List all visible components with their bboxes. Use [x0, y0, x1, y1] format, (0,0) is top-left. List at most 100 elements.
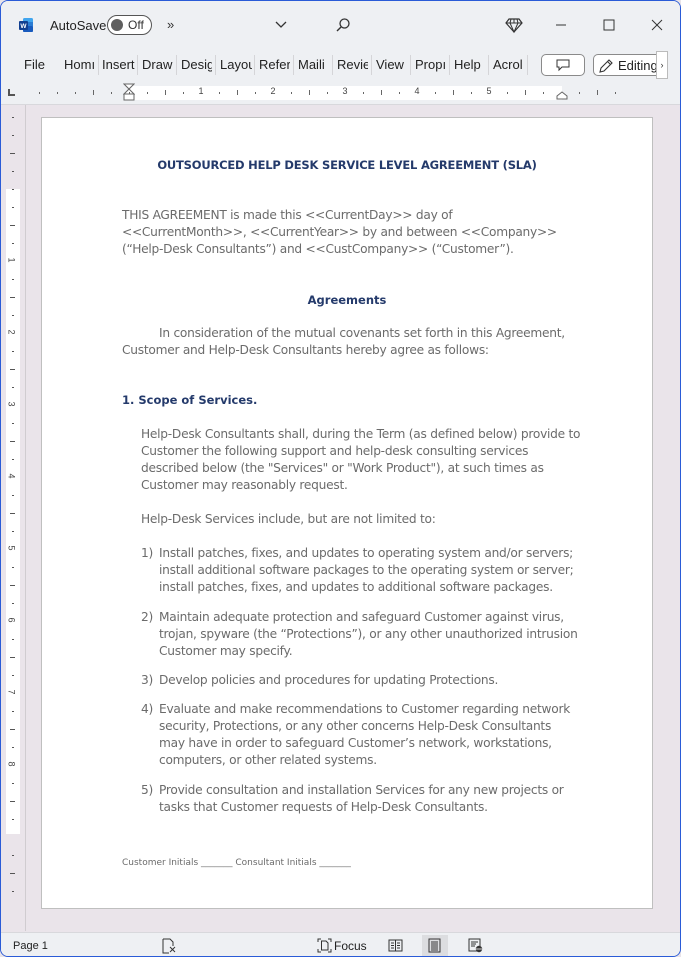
- ruler-tick: [255, 92, 256, 94]
- web-layout-button[interactable]: [463, 935, 489, 956]
- tab-separator: [254, 55, 255, 75]
- comments-button[interactable]: [541, 54, 585, 76]
- ruler-tick: [183, 92, 184, 94]
- list-number: 5): [141, 783, 154, 797]
- ruler-tick: [309, 90, 310, 95]
- document-body[interactable]: OUTSOURCED HELP DESK SERVICE LEVEL AGREE…: [42, 118, 652, 908]
- print-layout-icon: [428, 938, 441, 953]
- ruler-tick: [12, 279, 14, 280]
- ruler-tick: [597, 90, 598, 95]
- tab-acrobat[interactable]: Acrol: [493, 57, 524, 75]
- ruler-tick: [10, 729, 15, 730]
- ribbon-tabs: File Homı Insert Draw Desig Layou Refer …: [1, 49, 680, 81]
- maximize-icon[interactable]: [599, 15, 619, 35]
- right-indent-marker-icon[interactable]: [556, 91, 568, 100]
- ruler-tick: [399, 92, 400, 94]
- ruler-number: 8: [6, 761, 17, 767]
- ruler-tick: [10, 297, 15, 298]
- editing-mode-button[interactable]: Editing: [593, 54, 663, 76]
- tab-properties[interactable]: Propı: [415, 57, 446, 75]
- tab-references[interactable]: Refer: [259, 57, 290, 75]
- page-number-indicator[interactable]: Page 1: [13, 940, 48, 952]
- ruler-tick: [39, 92, 40, 94]
- ruler-tick: [10, 369, 15, 370]
- autosave-toggle[interactable]: Off: [107, 15, 152, 35]
- search-icon[interactable]: [335, 17, 351, 33]
- ruler-tick: [12, 207, 14, 208]
- ruler-tick: [10, 153, 15, 154]
- tab-design[interactable]: Desig: [181, 57, 212, 75]
- tab-layout[interactable]: Layou: [220, 57, 252, 75]
- ruler-tick: [579, 92, 580, 94]
- comment-icon: [556, 59, 570, 72]
- more-commands-button[interactable]: »: [167, 17, 174, 32]
- ruler-tick: [12, 567, 14, 568]
- ruler-tick: [12, 891, 14, 892]
- scope-heading: 1. Scope of Services.: [122, 393, 258, 407]
- ruler-number: 5: [486, 86, 492, 96]
- ribbon-scroll-right-button[interactable]: ›: [656, 51, 668, 79]
- tab-help[interactable]: Help: [454, 57, 484, 75]
- chevron-down-icon[interactable]: [274, 17, 288, 31]
- close-icon[interactable]: [647, 15, 667, 35]
- tab-insert[interactable]: Insert: [102, 57, 136, 75]
- ruler-number: 2: [270, 86, 276, 96]
- ruler-tick: [10, 873, 15, 874]
- tab-separator: [371, 55, 372, 75]
- tab-stop-selector[interactable]: [8, 89, 15, 96]
- ruler-number: 1: [198, 86, 204, 96]
- focus-icon: [317, 938, 332, 953]
- ruler-tick: [12, 675, 14, 676]
- ruler-tick: [615, 92, 616, 94]
- ruler-tick: [327, 92, 328, 94]
- focus-label: Focus: [334, 939, 367, 953]
- read-mode-button[interactable]: [383, 935, 409, 956]
- ruler-tick: [12, 387, 14, 388]
- services-include-paragraph: Help-Desk Services include, but are not …: [141, 512, 436, 526]
- tab-draw[interactable]: Draw: [142, 57, 174, 75]
- ruler-tick: [12, 747, 14, 748]
- editing-label: Editing: [618, 58, 658, 73]
- ruler-tick: [12, 459, 14, 460]
- diamond-premium-icon[interactable]: [505, 16, 523, 34]
- ruler-tick: [10, 657, 15, 658]
- tab-view[interactable]: View: [376, 57, 406, 75]
- tab-separator: [332, 55, 333, 75]
- ruler-tick: [12, 117, 14, 118]
- horizontal-ruler[interactable]: 1 2 3 4 5: [26, 83, 626, 101]
- scope-paragraph: Help-Desk Consultants shall, during the …: [141, 427, 581, 492]
- tab-home[interactable]: Homı: [64, 57, 96, 75]
- status-bar: Page 1 Focus: [1, 932, 680, 956]
- tab-separator: [293, 55, 294, 75]
- title-bar: W AutoSave Off »: [1, 1, 680, 49]
- ruler-tick: [219, 92, 220, 94]
- tab-separator: [137, 55, 138, 75]
- ruler-tick: [12, 243, 14, 244]
- tab-mailings[interactable]: Maili: [298, 57, 328, 75]
- tab-separator: [449, 55, 450, 75]
- ruler-tick: [111, 92, 112, 94]
- vertical-ruler[interactable]: 1 2 3 4 5 6 7 8: [6, 111, 20, 911]
- tab-review[interactable]: Revie: [337, 57, 368, 75]
- tab-separator: [410, 55, 411, 75]
- ruler-tick: [237, 90, 238, 95]
- ruler-tick: [165, 90, 166, 95]
- list-number: 4): [141, 702, 154, 716]
- autosave-state: Off: [128, 18, 144, 32]
- svg-text:W: W: [20, 23, 27, 30]
- word-app-icon: W: [19, 18, 33, 32]
- ruler-tick: [10, 513, 15, 514]
- ruler-tick: [75, 92, 76, 94]
- ruler-tick: [10, 801, 15, 802]
- list-number: 1): [141, 546, 154, 560]
- list-number: 2): [141, 610, 154, 624]
- tab-file[interactable]: File: [24, 57, 46, 75]
- horizontal-ruler-area: 1 2 3 4 5: [1, 81, 680, 105]
- minimize-icon[interactable]: [551, 15, 571, 35]
- ruler-divider: [25, 105, 26, 931]
- agreements-heading: Agreements: [307, 293, 387, 307]
- accessibility-check-icon[interactable]: [161, 938, 177, 954]
- tab-separator: [98, 55, 99, 75]
- print-layout-button[interactable]: [422, 935, 448, 956]
- document-page[interactable]: OUTSOURCED HELP DESK SERVICE LEVEL AGREE…: [41, 117, 653, 909]
